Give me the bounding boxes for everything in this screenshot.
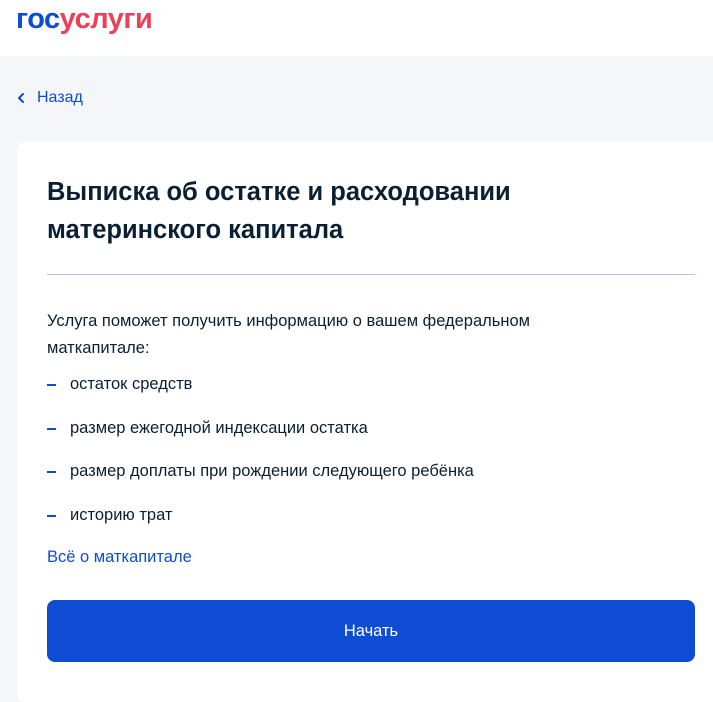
list-item-text: историю трат <box>70 505 173 524</box>
dash-icon <box>47 471 56 473</box>
header: госуслуги <box>0 0 713 56</box>
divider <box>47 274 695 275</box>
back-link[interactable]: Назад <box>15 88 83 108</box>
logo-part-uslugi: услуги <box>59 3 153 35</box>
dash-icon <box>47 384 56 386</box>
dash-icon <box>47 427 56 430</box>
list-item-text: размер ежегодной индексации остатка <box>70 418 368 437</box>
page-title: Выписка об остатке и расходовании матери… <box>47 178 511 244</box>
logo-part-gos: гос <box>16 3 60 35</box>
start-button[interactable]: Начать <box>47 600 695 662</box>
service-description: Услуга поможет получить информацию о ваш… <box>47 312 531 357</box>
chevron-left-icon <box>18 93 24 103</box>
list-item: размер ежегодной индексации остатка <box>47 416 474 460</box>
list-item-text: размер доплаты при рождении следующего р… <box>70 462 474 480</box>
dash-icon <box>47 514 56 517</box>
list-item-text: остаток средств <box>70 375 193 393</box>
info-list: остаток средств размер ежегодной индекса… <box>47 372 474 546</box>
list-item: остаток средств <box>47 372 474 416</box>
gosuslugi-logo[interactable]: госуслуги <box>16 2 153 36</box>
list-item: историю трат <box>47 503 474 547</box>
list-item: размер доплаты при рождении следующего р… <box>47 459 474 503</box>
service-card: Выписка об остатке и расходовании матери… <box>17 142 713 702</box>
about-matcapital-link[interactable]: Всё о маткапитале <box>47 545 192 569</box>
back-link-label: Назад <box>37 89 83 106</box>
